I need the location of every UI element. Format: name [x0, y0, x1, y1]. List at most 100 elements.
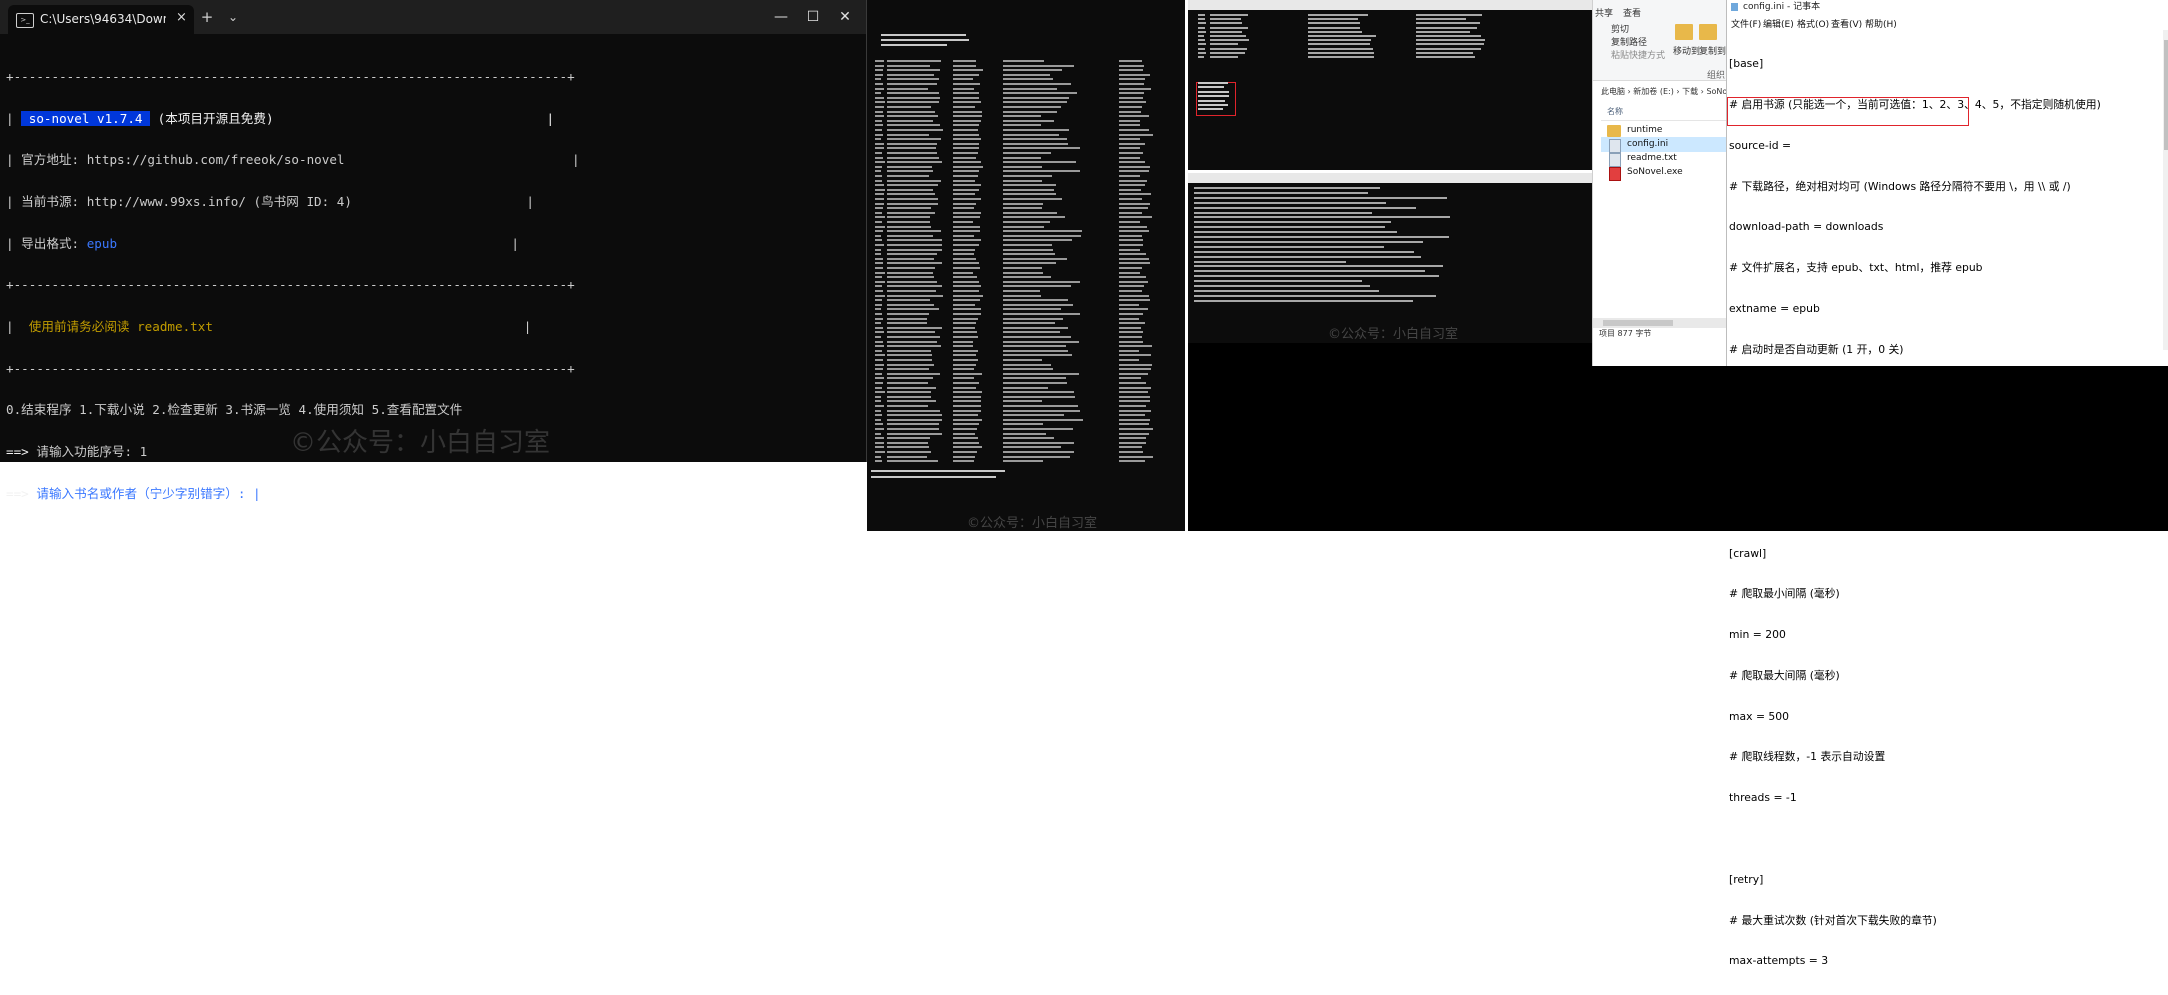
exe-file-icon: [1609, 167, 1621, 181]
console-text-fragment: [1003, 299, 1068, 302]
move-to-button[interactable]: 移动到: [1673, 44, 1700, 57]
console-text-fragment: [1198, 22, 1206, 25]
console-text-fragment: [1194, 226, 1385, 229]
menu-edit[interactable]: 编辑(E): [1763, 17, 1794, 30]
prompt-book-text[interactable]: 请输入书名或作者（宁少字别错字）: |: [36, 486, 260, 501]
file-item-runtime[interactable]: runtime: [1627, 125, 1662, 135]
console-text-fragment: [1119, 262, 1150, 265]
file-item-exe[interactable]: SoNovel.exe: [1627, 167, 1683, 177]
new-tab-button[interactable]: +: [196, 6, 218, 28]
console-text-fragment: [1003, 221, 1050, 223]
console-text-fragment: [1003, 326, 1068, 329]
console-text-fragment: [1210, 56, 1238, 58]
export-format-value: epub: [86, 235, 118, 251]
console-text-fragment: [887, 441, 928, 444]
tab-dropdown-icon[interactable]: ⌄: [222, 6, 244, 28]
console-text-fragment: [875, 391, 885, 394]
console-text-fragment: [1003, 248, 1053, 251]
scrollbar-thumb[interactable]: [2164, 40, 2168, 150]
console-text-fragment: [875, 193, 884, 196]
breadcrumb-item[interactable]: 下载: [1682, 87, 1698, 96]
menu-file[interactable]: 文件(F): [1731, 17, 1761, 30]
terminal-tab[interactable]: >_ C:\Users\94634\Downloads\so ×: [8, 5, 194, 34]
console-text-fragment: [887, 83, 937, 85]
console-text-fragment: [953, 184, 981, 187]
scrollbar-thumb[interactable]: [1603, 320, 1673, 326]
console-text-fragment: [887, 110, 935, 113]
file-item-readme[interactable]: readme.txt: [1627, 153, 1677, 163]
console-text-fragment: [887, 276, 934, 279]
console-text-fragment: [1003, 161, 1076, 164]
console-text-fragment: [1119, 184, 1145, 187]
console-text-fragment: [953, 437, 978, 440]
console-text-fragment: [875, 253, 881, 256]
console-text-fragment: [887, 446, 929, 449]
notepad-editor[interactable]: [base] # 启用书源 (只能选一个，当前可选值：1、2、3、4、5，不指定…: [1729, 30, 2165, 995]
console-text-fragment: [1119, 271, 1140, 274]
console-text-fragment: [887, 142, 937, 145]
console-text-fragment: [887, 64, 930, 67]
ribbon-tab-share[interactable]: 共享: [1595, 6, 1613, 19]
minimize-button[interactable]: —: [766, 6, 796, 28]
config-line: [crawl]: [1729, 546, 1767, 560]
ribbon-tab-view[interactable]: 查看: [1623, 6, 1641, 19]
console-text-fragment: [875, 225, 885, 228]
prompt-book[interactable]: ==> 请输入书名或作者（宁少字别错字）: |: [6, 486, 856, 501]
console-text-fragment: [953, 225, 980, 228]
ribbon-group-label: 组织: [1707, 71, 1726, 81]
tab-close-icon[interactable]: ×: [176, 10, 187, 25]
official-site-line: | 官方地址: https://github.com/freeok/so-nov…: [6, 152, 580, 168]
console-text-fragment: [875, 451, 885, 453]
folder-icon: [1607, 125, 1621, 137]
console-text-fragment: [1003, 225, 1044, 228]
paste-shortcut-button[interactable]: 粘贴快捷方式: [1611, 48, 1665, 61]
console-text-fragment: [1198, 82, 1228, 84]
menu-view[interactable]: 查看(V): [1831, 17, 1862, 30]
console-text-fragment: [875, 179, 882, 182]
console-text-fragment: [887, 198, 938, 200]
console-text-fragment: [1119, 124, 1140, 127]
console-text-fragment: [953, 106, 975, 108]
maximize-button[interactable]: ☐: [798, 6, 828, 28]
menu-help[interactable]: 帮助(H): [1865, 17, 1897, 30]
console-text-fragment: [953, 400, 981, 403]
close-button[interactable]: ✕: [830, 6, 860, 28]
console-text-fragment: [953, 294, 983, 297]
console-text-fragment: [887, 230, 941, 233]
column-header-name[interactable]: 名称: [1607, 106, 1623, 117]
console-text-fragment: [887, 451, 931, 453]
console-text-fragment: [953, 446, 982, 449]
console-text-fragment: [1194, 294, 1436, 297]
console-text-fragment: [1198, 30, 1206, 33]
console-text-fragment: [887, 225, 931, 228]
console-text-fragment: [1003, 133, 1059, 136]
console-text-fragment: [875, 363, 884, 366]
console-text-fragment: [1194, 211, 1372, 214]
console-text-fragment: [887, 96, 940, 99]
console-text-fragment: [1119, 368, 1151, 371]
console-text-fragment: [875, 349, 882, 352]
console-text-fragment: [953, 455, 975, 458]
console-text-fragment: [1119, 87, 1151, 90]
console-text-fragment: [887, 391, 931, 394]
breadcrumb[interactable]: 此电脑 › 新加卷 (E:) › 下载 › SoNovel: [1601, 86, 1739, 97]
console-text-fragment: [1003, 156, 1041, 159]
breadcrumb-item[interactable]: 此电脑: [1601, 87, 1625, 96]
console-text-fragment: [953, 211, 981, 214]
console-text-fragment: [1119, 363, 1152, 366]
cut-button[interactable]: 剪切: [1611, 22, 1629, 35]
menu-format[interactable]: 格式(O): [1797, 17, 1829, 30]
console-text-fragment: [953, 386, 976, 389]
terminal-icon: >_: [16, 13, 34, 28]
copy-path-button[interactable]: 复制路径: [1611, 35, 1647, 48]
copy-to-button[interactable]: 复制到: [1699, 44, 1726, 57]
console-text-fragment: [1119, 83, 1144, 85]
console-text-fragment: [1119, 428, 1153, 430]
console-text-fragment: [1003, 106, 1061, 108]
config-line: [base]: [1729, 57, 1764, 71]
console-text-fragment: [1210, 47, 1247, 50]
console-text-fragment: [1003, 69, 1062, 72]
file-item-config[interactable]: config.ini: [1627, 139, 1668, 149]
console-text-fragment: [953, 207, 974, 210]
breadcrumb-item[interactable]: 新加卷 (E:): [1633, 87, 1674, 96]
